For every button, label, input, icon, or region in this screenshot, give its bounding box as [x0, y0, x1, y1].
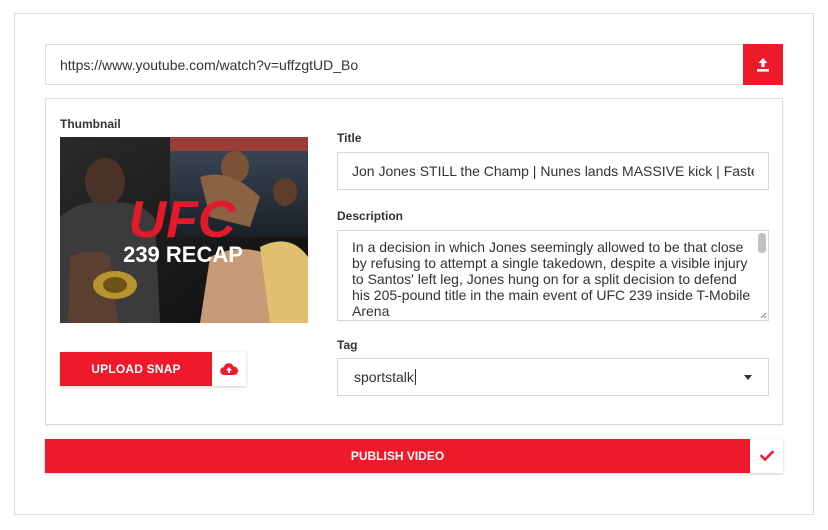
resize-handle-icon[interactable]	[759, 311, 767, 319]
description-label: Description	[337, 209, 404, 223]
tag-label: Tag	[337, 338, 358, 352]
caret-down-icon	[744, 375, 752, 380]
title-label: Title	[337, 131, 362, 145]
thumbnail-image: UFC 239 RECAP	[60, 137, 308, 323]
url-input[interactable]	[46, 45, 743, 84]
publish-video-button[interactable]: PUBLISH VIDEO	[45, 439, 783, 473]
title-input[interactable]	[338, 153, 768, 189]
thumbnail-brand-text: UFC	[129, 191, 237, 249]
thumbnail-label: Thumbnail	[60, 117, 121, 131]
title-field	[337, 152, 769, 190]
url-row	[45, 44, 783, 85]
url-submit-button[interactable]	[743, 44, 783, 85]
tag-select[interactable]: sportstalk	[337, 358, 769, 396]
upload-snap-label: UPLOAD SNAP	[60, 352, 212, 386]
upload-snap-button[interactable]: UPLOAD SNAP	[60, 352, 246, 386]
cloud-upload-icon	[220, 363, 238, 376]
tag-selected-value: sportstalk	[354, 369, 414, 385]
text-cursor	[414, 369, 416, 385]
upload-icon	[757, 57, 769, 72]
description-textarea[interactable]: In a decision in which Jones seemingly a…	[337, 230, 769, 321]
publish-video-label: PUBLISH VIDEO	[45, 439, 750, 473]
check-icon	[759, 450, 774, 462]
thumbnail-recap-text: 239 RECAP	[123, 242, 243, 267]
description-scrollbar[interactable]	[758, 233, 766, 253]
description-text: In a decision in which Jones seemingly a…	[352, 239, 751, 319]
